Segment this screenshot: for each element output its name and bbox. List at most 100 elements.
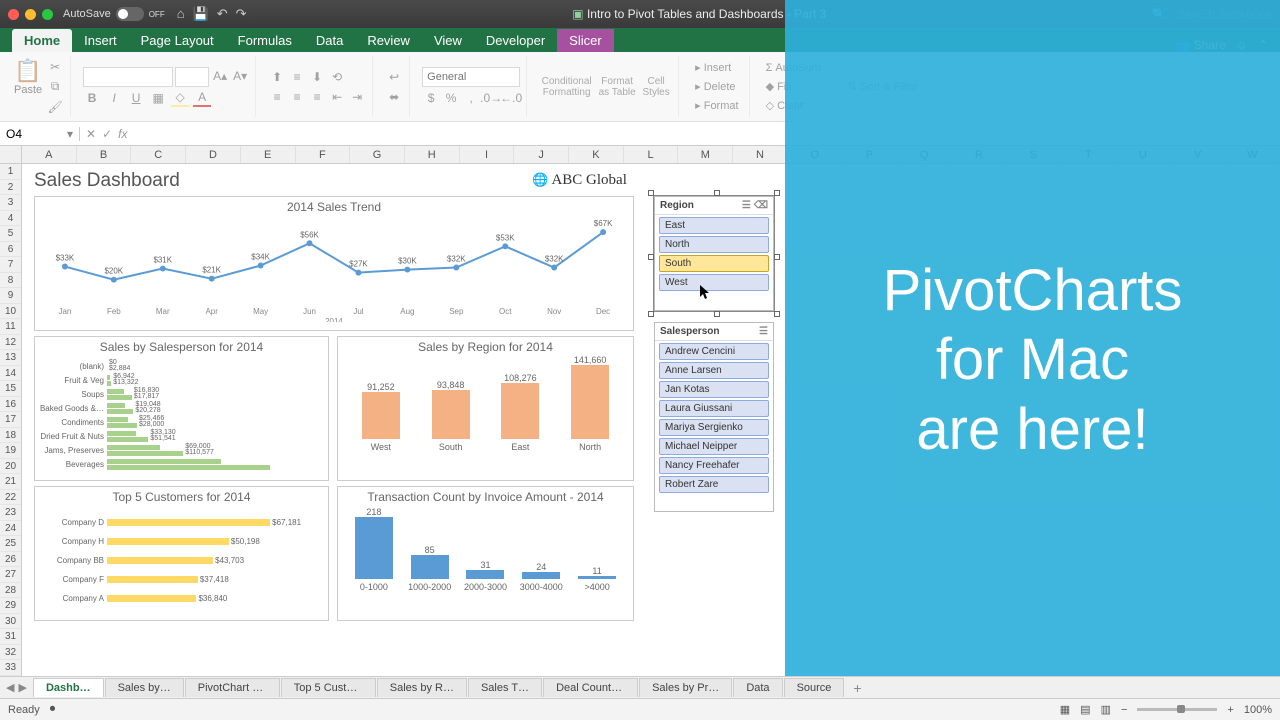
row-header[interactable]: 5 — [0, 226, 21, 242]
cut-icon[interactable]: ✂ — [46, 58, 64, 76]
increase-font-icon[interactable]: A▴ — [211, 67, 229, 85]
row-header[interactable]: 29 — [0, 598, 21, 614]
view-pagelayout-icon[interactable]: ▤ — [1080, 703, 1090, 716]
autosave-switch[interactable] — [116, 7, 144, 21]
column-header[interactable]: J — [514, 146, 569, 163]
slicer-salesperson[interactable]: Salesperson ☰ Andrew CenciniAnne LarsenJ… — [654, 322, 774, 512]
column-header[interactable]: H — [405, 146, 460, 163]
close-window-button[interactable] — [8, 9, 19, 20]
save-icon[interactable]: 💾 — [193, 6, 209, 22]
zoom-out-icon[interactable]: − — [1121, 704, 1127, 716]
row-header[interactable]: 15 — [0, 381, 21, 397]
row-header[interactable]: 7 — [0, 257, 21, 273]
column-header[interactable]: B — [77, 146, 132, 163]
underline-icon[interactable]: U — [127, 89, 145, 107]
column-header[interactable]: M — [678, 146, 733, 163]
add-sheet-button[interactable]: + — [845, 680, 869, 696]
macro-record-icon[interactable]: ⏺ — [50, 703, 56, 716]
tab-view[interactable]: View — [422, 29, 474, 52]
row-header[interactable]: 14 — [0, 366, 21, 382]
row-header[interactable]: 12 — [0, 335, 21, 351]
prev-sheet-icon[interactable]: ◀ — [6, 681, 14, 694]
align-top-icon[interactable]: ⬆ — [268, 68, 286, 86]
row-header[interactable]: 6 — [0, 242, 21, 258]
fx-icon[interactable]: fx — [118, 127, 127, 141]
row-header[interactable]: 33 — [0, 660, 21, 676]
row-header[interactable]: 27 — [0, 567, 21, 583]
tab-insert[interactable]: Insert — [72, 29, 129, 52]
format-painter-icon[interactable]: 🖌 — [46, 98, 64, 116]
paste-button[interactable]: 📋 Paste — [14, 58, 42, 116]
sheet-tab[interactable]: Dashb… — [33, 678, 104, 697]
view-normal-icon[interactable]: ▦ — [1060, 703, 1070, 716]
zoom-in-icon[interactable]: + — [1227, 704, 1233, 716]
bold-icon[interactable]: B — [83, 89, 101, 107]
slicer-item[interactable]: Anne Larsen — [659, 362, 769, 379]
row-header[interactable]: 32 — [0, 645, 21, 661]
slicer-item[interactable]: Robert Zare — [659, 476, 769, 493]
chart-sales-by-salesperson[interactable]: Sales by Salesperson for 2014 (blank)$0$… — [34, 336, 329, 481]
tab-home[interactable]: Home — [12, 29, 72, 52]
format-as-table-button[interactable]: Format as Table — [596, 76, 638, 98]
chart-sales-by-region[interactable]: Sales by Region for 2014 91,252West93,84… — [337, 336, 634, 481]
row-header[interactable]: 8 — [0, 273, 21, 289]
row-header[interactable]: 20 — [0, 459, 21, 475]
insert-cells-button[interactable]: ▸ Insert — [691, 59, 742, 76]
column-header[interactable]: I — [460, 146, 515, 163]
number-format-select[interactable]: General — [422, 67, 520, 87]
name-box[interactable]: O4▾ — [0, 127, 80, 141]
row-header[interactable]: 13 — [0, 350, 21, 366]
chart-top5-customers[interactable]: Top 5 Customers for 2014 Company D$67,18… — [34, 486, 329, 621]
slicer-item[interactable]: West — [659, 274, 769, 291]
format-cells-button[interactable]: ▸ Format — [691, 97, 742, 114]
slicer-item[interactable]: Jan Kotas — [659, 381, 769, 398]
column-header[interactable]: C — [131, 146, 186, 163]
view-pagebreak-icon[interactable]: ▥ — [1101, 703, 1111, 716]
autosave-toggle[interactable]: AutoSave OFF — [63, 7, 165, 21]
row-header[interactable]: 22 — [0, 490, 21, 506]
row-header[interactable]: 3 — [0, 195, 21, 211]
slicer-item[interactable]: Mariya Sergienko — [659, 419, 769, 436]
column-header[interactable]: G — [350, 146, 405, 163]
sheet-tab[interactable]: Data — [733, 678, 782, 697]
fill-color-icon[interactable]: ◇ — [171, 89, 189, 107]
sheet-tab[interactable]: Sales by Pr… — [639, 678, 732, 697]
slicer-item[interactable]: North — [659, 236, 769, 253]
slicer-item[interactable]: Andrew Cencini — [659, 343, 769, 360]
column-header[interactable]: N — [733, 146, 788, 163]
row-header[interactable]: 10 — [0, 304, 21, 320]
sheet-tab[interactable]: Top 5 Custo… — [281, 678, 376, 697]
sheet-tab[interactable]: PivotChart Ex… — [185, 678, 280, 697]
row-header[interactable]: 18 — [0, 428, 21, 444]
row-header[interactable]: 23 — [0, 505, 21, 521]
row-header[interactable]: 17 — [0, 412, 21, 428]
font-size-input[interactable] — [175, 67, 209, 87]
conditional-formatting-button[interactable]: Conditional Formatting — [539, 76, 594, 98]
clear-filter-icon[interactable]: ⌫ — [754, 200, 768, 211]
cell-styles-button[interactable]: Cell Styles — [640, 76, 672, 98]
row-header[interactable]: 9 — [0, 288, 21, 304]
comma-icon[interactable]: , — [462, 89, 480, 107]
column-header[interactable]: A — [22, 146, 77, 163]
slicer-item[interactable]: Michael Neipper — [659, 438, 769, 455]
tab-developer[interactable]: Developer — [474, 29, 557, 52]
tab-review[interactable]: Review — [355, 29, 422, 52]
tab-slicer[interactable]: Slicer — [557, 29, 614, 52]
sheet-tab[interactable]: Sales T… — [468, 678, 542, 697]
zoom-level[interactable]: 100% — [1244, 704, 1272, 716]
font-name-input[interactable] — [83, 67, 173, 87]
slicer-item[interactable]: East — [659, 217, 769, 234]
select-all-corner[interactable] — [0, 146, 22, 163]
accept-formula-icon[interactable]: ✓ — [102, 127, 112, 141]
tab-formulas[interactable]: Formulas — [226, 29, 304, 52]
row-header[interactable]: 16 — [0, 397, 21, 413]
tab-data[interactable]: Data — [304, 29, 355, 52]
cancel-formula-icon[interactable]: ✕ — [86, 127, 96, 141]
align-center-icon[interactable]: ≡ — [288, 88, 306, 106]
percent-icon[interactable]: % — [442, 89, 460, 107]
row-header[interactable]: 25 — [0, 536, 21, 552]
row-header[interactable]: 31 — [0, 629, 21, 645]
delete-cells-button[interactable]: ▸ Delete — [691, 78, 742, 95]
row-header[interactable]: 24 — [0, 521, 21, 537]
wrap-text-icon[interactable]: ↩ — [385, 68, 403, 86]
